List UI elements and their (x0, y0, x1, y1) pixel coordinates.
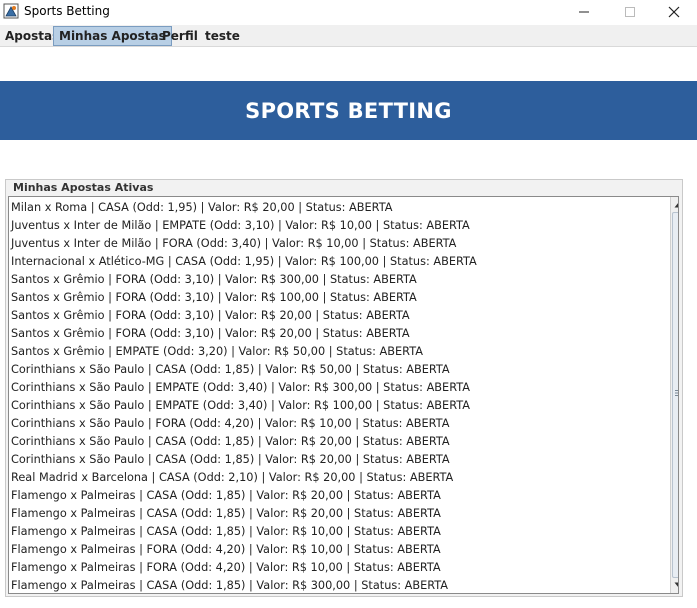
minimize-icon (579, 11, 589, 13)
list-item[interactable]: Juventus x Inter de Milão | EMPATE (Odd:… (9, 217, 661, 235)
title-bar: Sports Betting (0, 0, 697, 24)
menu-minhas-apostas[interactable]: Minhas Apostas (53, 26, 172, 46)
bets-list-items: Milan x Roma | CASA (Odd: 1,95) | Valor:… (9, 199, 661, 593)
arrow-up-icon (674, 203, 678, 208)
menu-bar: Apostas Minhas Apostas Perfil teste (0, 25, 697, 47)
maximize-button[interactable] (607, 0, 653, 24)
list-item[interactable]: Juventus x Inter de Milão | FORA (Odd: 3… (9, 235, 661, 253)
menu-perfil[interactable]: Perfil (157, 26, 203, 46)
panel-title: Minhas Apostas Ativas (12, 181, 155, 194)
window-title: Sports Betting (24, 4, 110, 18)
list-item[interactable]: Santos x Grêmio | FORA (Odd: 3,10) | Val… (9, 307, 661, 325)
minimize-button[interactable] (561, 0, 607, 24)
list-item[interactable]: Flamengo x Palmeiras | CASA (Odd: 1,85) … (9, 523, 661, 541)
scroll-up-button[interactable] (671, 198, 678, 212)
list-item[interactable]: Flamengo x Palmeiras | CASA (Odd: 1,85) … (9, 487, 661, 505)
list-item[interactable]: Santos x Grêmio | EMPATE (Odd: 3,20) | V… (9, 343, 661, 361)
list-item[interactable]: Flamengo x Palmeiras | FORA (Odd: 4,20) … (9, 541, 661, 559)
bets-list[interactable]: Milan x Roma | CASA (Odd: 1,95) | Valor:… (8, 196, 679, 594)
list-item[interactable]: Milan x Roma | CASA (Odd: 1,95) | Valor:… (9, 199, 661, 217)
vertical-scrollbar[interactable] (670, 197, 678, 593)
scroll-thumb[interactable] (672, 212, 678, 578)
scroll-down-button[interactable] (671, 578, 678, 592)
list-item[interactable]: Corinthians x São Paulo | EMPATE (Odd: 3… (9, 379, 661, 397)
menu-teste[interactable]: teste (200, 26, 245, 46)
list-item[interactable]: Corinthians x São Paulo | CASA (Odd: 1,8… (9, 451, 661, 469)
list-item[interactable]: Real Madrid x Barcelona | CASA (Odd: 2,1… (9, 469, 661, 487)
list-item[interactable]: Santos x Grêmio | FORA (Odd: 3,10) | Val… (9, 325, 661, 343)
list-item[interactable]: Corinthians x São Paulo | EMPATE (Odd: 3… (9, 397, 661, 415)
list-item[interactable]: Corinthians x São Paulo | CASA (Odd: 1,8… (9, 361, 661, 379)
close-icon (668, 6, 680, 18)
close-button[interactable] (651, 0, 697, 24)
list-item[interactable]: Corinthians x São Paulo | CASA (Odd: 1,8… (9, 433, 661, 451)
list-item[interactable]: Corinthians x São Paulo | FORA (Odd: 4,2… (9, 415, 661, 433)
banner-title: SPORTS BETTING (245, 98, 452, 123)
maximize-icon (625, 7, 635, 17)
grip-icon (675, 390, 678, 396)
list-item[interactable]: Santos x Grêmio | FORA (Odd: 3,10) | Val… (9, 289, 661, 307)
list-item[interactable]: Internacional x Atlético-MG | CASA (Odd:… (9, 253, 661, 271)
list-item[interactable]: Santos x Grêmio | FORA (Odd: 3,10) | Val… (9, 271, 661, 289)
list-item[interactable]: Flamengo x Palmeiras | FORA (Odd: 4,20) … (9, 559, 661, 577)
header-banner: SPORTS BETTING (0, 81, 697, 140)
java-app-icon (3, 3, 19, 19)
list-item[interactable]: Flamengo x Palmeiras | CASA (Odd: 1,85) … (9, 577, 661, 593)
arrow-down-icon (674, 582, 678, 587)
list-item[interactable]: Flamengo x Palmeiras | CASA (Odd: 1,85) … (9, 505, 661, 523)
